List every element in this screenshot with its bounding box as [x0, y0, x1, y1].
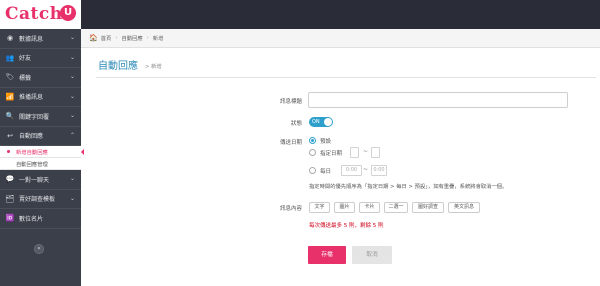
sidebar-subitem-label: 自動回應管理 [16, 161, 48, 168]
time-from-field[interactable]: 0:00 [341, 165, 362, 176]
sidebar-item-label: 數位名片 [19, 215, 44, 223]
chevron-down-icon: ⌄ [69, 194, 75, 202]
sidebar-item-label: 自動回應 [19, 133, 44, 141]
keyword-icon: 🔍 [5, 112, 15, 121]
title-input[interactable] [308, 92, 568, 108]
status-toggle[interactable]: ON [309, 117, 333, 127]
brand-name: Catch [5, 4, 63, 24]
message-limit-text: 每次傳送最多 5 則，剩餘 5 則 [309, 223, 384, 229]
priority-hint: 指定時間的優先順序為「指定日期 > 每日 > 預設」，如有重疊，系統將會取消一個… [309, 184, 508, 190]
card-icon: 🆔 [5, 214, 15, 223]
sidebar-item-friends[interactable]: 👥 好友 ⌄ [0, 49, 81, 68]
sidebar-item-label: 標籤 [19, 74, 32, 82]
page-subtitle: > 新增 [145, 64, 162, 70]
breadcrumb-current: 新增 [152, 36, 164, 42]
top-header: Catch U [0, 0, 600, 29]
time-tilde: ~ [363, 166, 369, 173]
status-label: 狀態 [290, 121, 302, 127]
breadcrumb-separator: › [115, 35, 118, 41]
sidebar-item-survey[interactable]: 🗂 賣好調查模板 ⌄ [0, 190, 81, 209]
brand-badge: U [60, 5, 76, 21]
chevron-down-icon: ⌄ [69, 73, 75, 80]
range-tilde: ~ [363, 148, 369, 155]
sidebar-item-keyword[interactable]: 🔍 關鍵字回覆 ⌄ [0, 107, 81, 127]
breadcrumb-home[interactable]: 首頁 [101, 34, 112, 42]
sidebar-item-label: 賣好調查模板 [19, 196, 56, 204]
active-dot-icon [7, 150, 10, 153]
sidebar-collapse-button[interactable]: « [34, 244, 44, 254]
date-to-field[interactable] [371, 147, 380, 158]
sidebar-item-chat[interactable]: 💬 一對一聊天 ⌄ [0, 170, 81, 190]
title-divider [96, 77, 596, 78]
sidebar-item-label: 推播訊息 [19, 94, 44, 102]
dashboard-icon: ◉ [6, 34, 14, 43]
breadcrumb-separator: › [146, 35, 149, 41]
sidebar-subitem-new-auto-reply[interactable]: 新增自動回應 [0, 146, 84, 158]
page-title: 自動回應 [98, 61, 138, 72]
radio-default-label: 預設 [320, 139, 332, 145]
insert-survey-button[interactable]: 圖好調查 [412, 202, 444, 213]
chat-icon: 💬 [5, 175, 15, 184]
sidebar-item-label: 一對一聊天 [19, 176, 50, 184]
sidebar-item-dashboard[interactable]: ◉ 數據訊息 ⌄ [0, 29, 81, 49]
home-icon[interactable]: 🏠 [89, 34, 98, 42]
friends-icon: 👥 [5, 53, 15, 62]
radio-daily-label: 每日 [320, 169, 332, 175]
date-label: 傳送日期 [279, 140, 302, 146]
brand-logo[interactable]: Catch U [0, 0, 81, 29]
date-from-field[interactable] [350, 147, 359, 158]
radio-range[interactable] [309, 149, 316, 156]
chevron-down-icon: ⌄ [69, 34, 75, 41]
tag-icon: 🏷 [5, 73, 15, 82]
content-label: 訊息內容 [279, 206, 302, 212]
breadcrumb: 🏠 首頁 › 自動回應 › 新增 [81, 29, 600, 48]
sidebar-subitem-auto-reply-manage[interactable]: 自動回應管理 [0, 158, 81, 170]
insert-english-button[interactable]: 英文訊息 [448, 202, 480, 213]
chevron-down-icon: ⌄ [69, 92, 75, 100]
survey-icon: 🗂 [5, 194, 15, 203]
sidebar-subitem-label: 新增自動回應 [16, 149, 48, 156]
radio-range-label: 指定日期 [320, 151, 343, 157]
sidebar-item-label: 好友 [19, 55, 32, 63]
reply-icon: ↩ [7, 131, 13, 140]
time-to-field[interactable]: 0:00 [371, 165, 387, 176]
toggle-knob [324, 118, 332, 126]
sidebar-item-broadcast[interactable]: 📶 推播訊息 ⌄ [0, 88, 81, 107]
sidebar-item-label: 數據訊息 [19, 35, 44, 43]
chevron-down-icon: ⌄ [69, 112, 75, 119]
insert-card-button[interactable]: 卡片 [359, 202, 380, 213]
sidebar-item-label: 關鍵字回覆 [19, 113, 50, 121]
insert-text-button[interactable]: 文字 [309, 202, 330, 213]
cancel-button[interactable]: 取消 [352, 246, 392, 264]
sidebar-item-auto-reply[interactable]: ↩ 自動回應 ⌃ [0, 127, 81, 146]
breadcrumb-section[interactable]: 自動回應 [121, 34, 142, 42]
chevron-down-icon: ⌄ [69, 53, 75, 61]
save-button[interactable]: 存檔 [308, 246, 346, 264]
broadcast-icon: 📶 [5, 92, 15, 101]
radio-daily[interactable] [309, 167, 316, 174]
insert-image-button[interactable]: 圖片 [334, 202, 355, 213]
status-toggle-label: ON [312, 119, 320, 125]
title-label: 訊息標題 [279, 99, 302, 105]
chevron-down-icon: ⌄ [69, 175, 75, 182]
sidebar-item-tags[interactable]: 🏷 標籤 ⌄ [0, 68, 81, 88]
insert-choice-button[interactable]: 二選一 [384, 202, 408, 213]
chevron-up-icon: ⌃ [69, 131, 75, 139]
sidebar-item-card[interactable]: 🆔 數位名片 [0, 209, 81, 229]
radio-default[interactable] [309, 137, 316, 144]
